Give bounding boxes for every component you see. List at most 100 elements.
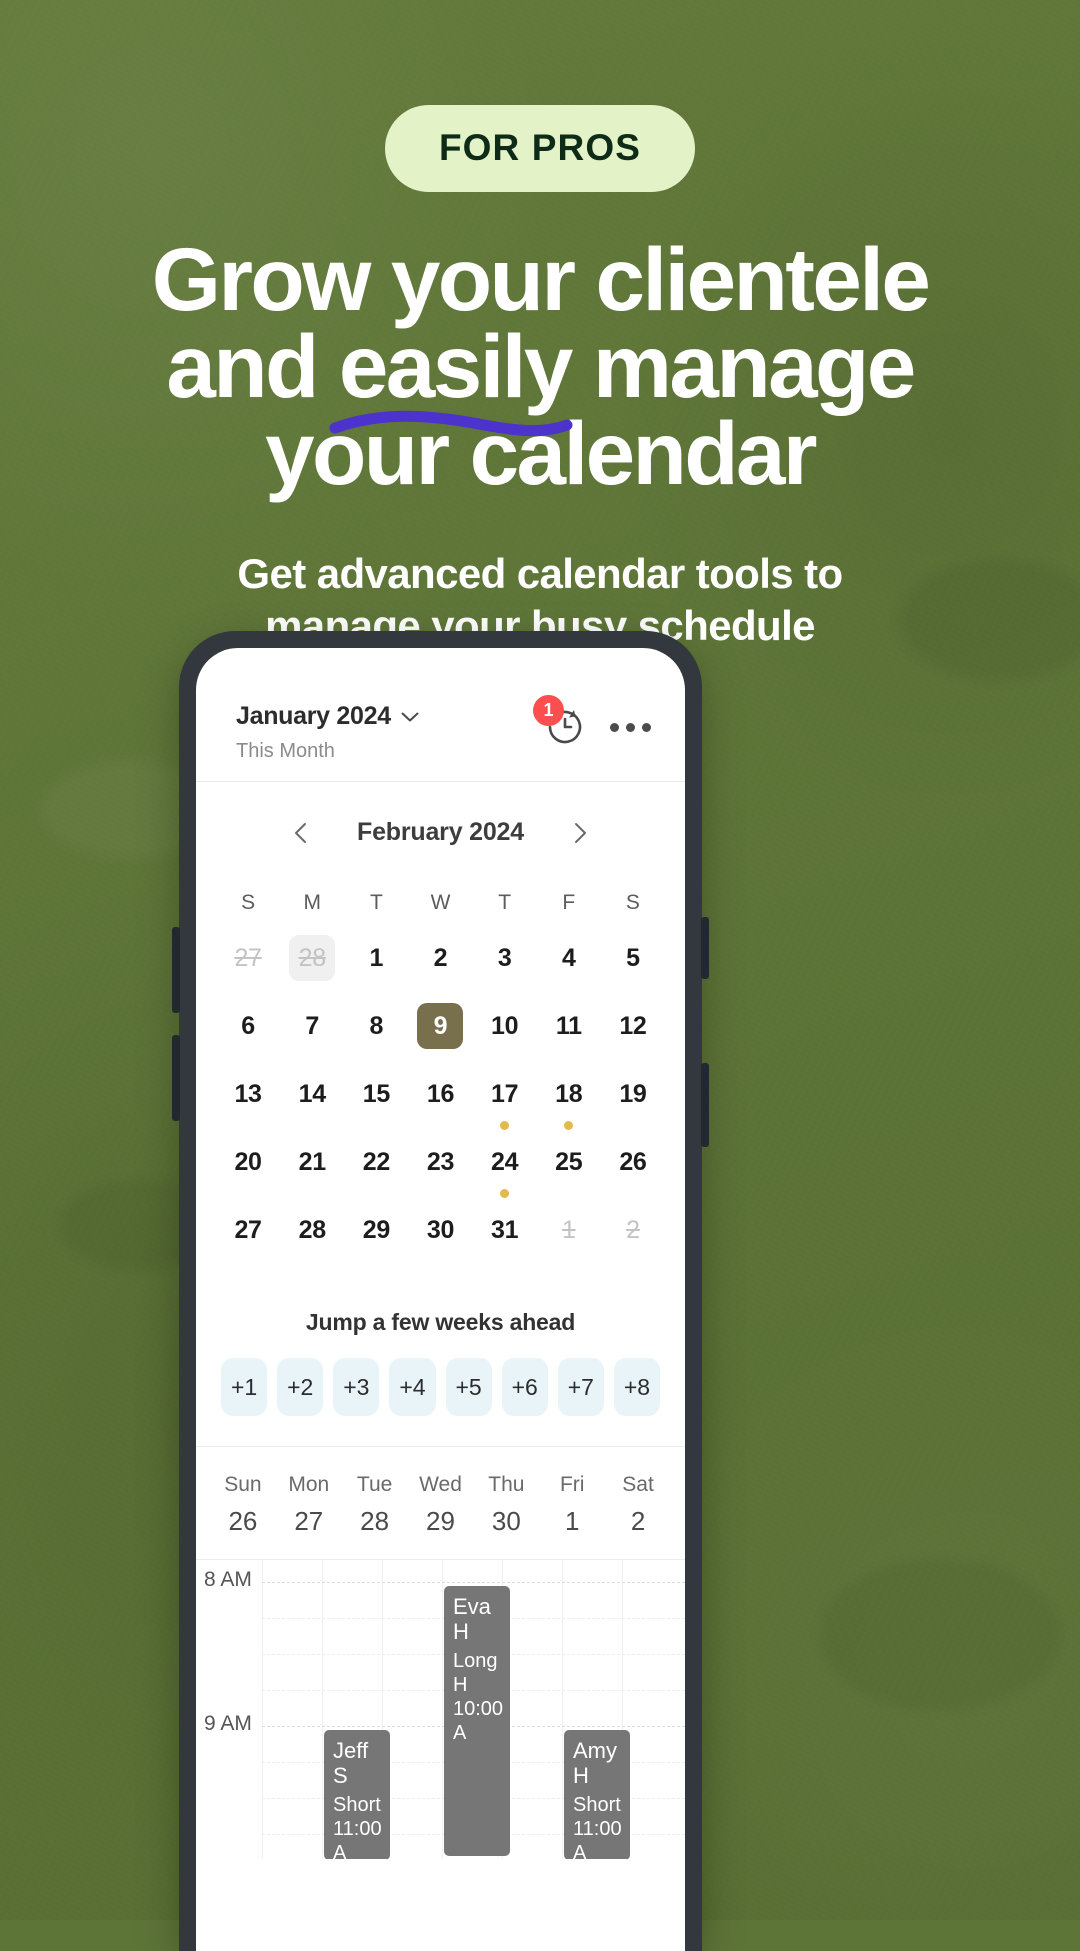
calendar-day-number: 1 [561, 1215, 576, 1244]
calendar-day-number: 25 [555, 1147, 583, 1176]
calendar-day-cell[interactable]: 20 [216, 1139, 280, 1207]
jump-chip-plus5[interactable]: +5 [445, 1358, 492, 1416]
calendar-day-cell[interactable]: 22 [344, 1139, 408, 1207]
calendar-grid: SMTWTFS 27 28 1 2 3 4 5 6 7 8 9 10 11 12 13 14 15 16 17 18 1… [196, 871, 685, 1275]
calendar-day-cell[interactable]: 13 [216, 1071, 280, 1139]
calendar-day-number: 27 [234, 1215, 262, 1244]
calendar-day-cell[interactable]: 19 [601, 1071, 665, 1139]
calendar-day-cell[interactable]: 15 [344, 1071, 408, 1139]
calendar-day-cell[interactable]: 27 [216, 935, 280, 1003]
jump-chip-plus6[interactable]: +6 [501, 1358, 548, 1416]
calendar-day-cell[interactable]: 1 [537, 1207, 601, 1275]
day-of-week-0: S [241, 891, 256, 914]
calendar-day-cell[interactable]: 24 [473, 1139, 537, 1207]
phone-side-button[interactable] [701, 1063, 709, 1147]
calendar-day-cell[interactable]: 10 [473, 1003, 537, 1071]
calendar-day-cell[interactable]: 3 [473, 935, 537, 1003]
calendar-day-number: 2 [433, 943, 448, 972]
week-strip-day[interactable]: Thu 30 [473, 1473, 539, 1537]
phone-power-button[interactable] [701, 917, 709, 979]
chevron-right-icon[interactable] [570, 821, 590, 845]
day-of-week-4: T [498, 891, 512, 914]
agenda-event[interactable]: Eva H Long H 10:00 A [444, 1586, 510, 1856]
week-strip-day[interactable]: Sat 2 [605, 1473, 671, 1537]
app-header: January 2024 This Month 1 [196, 648, 685, 782]
jump-chip-plus3[interactable]: +3 [333, 1358, 380, 1416]
notification-badge: 1 [533, 695, 564, 726]
week-strip-day[interactable]: Sun 26 [210, 1473, 276, 1537]
calendar-day-cell[interactable]: 6 [216, 1003, 280, 1071]
calendar-day-cell[interactable]: 17 [473, 1071, 537, 1139]
week-strip-day[interactable]: Fri 1 [539, 1473, 605, 1537]
week-strip-day[interactable]: Tue 28 [342, 1473, 408, 1537]
phone-volume-down-button[interactable] [172, 1035, 180, 1121]
day-of-week-1: M [303, 891, 321, 914]
calendar-day-cell[interactable]: 11 [537, 1003, 601, 1071]
week-strip-day[interactable]: Mon 27 [276, 1473, 342, 1537]
month-navigation: February 2024 [196, 782, 685, 871]
calendar-day-cell[interactable]: 5 [601, 935, 665, 1003]
headline-line-2-prefix: and [166, 316, 339, 417]
jump-chip-plus7[interactable]: +7 [557, 1358, 604, 1416]
jump-chip-plus4[interactable]: +4 [389, 1358, 436, 1416]
calendar-day-cell[interactable]: 23 [408, 1139, 472, 1207]
calendar-day-cell[interactable]: 8 [344, 1003, 408, 1071]
calendar-day-cell[interactable]: 30 [408, 1207, 472, 1275]
calendar-day-number: 19 [619, 1079, 647, 1108]
calendar-day-number: 7 [305, 1011, 319, 1040]
calendar-day-number: 20 [234, 1147, 262, 1176]
calendar-day-cell[interactable]: 9 [408, 1003, 472, 1071]
calendar-day-cell[interactable]: 16 [408, 1071, 472, 1139]
calendar-day-cell[interactable]: 31 [473, 1207, 537, 1275]
calendar-day-number: 27 [234, 943, 262, 972]
jump-chip-plus8[interactable]: +8 [613, 1358, 660, 1416]
calendar-day-number: 14 [298, 1079, 327, 1108]
calendar-day-cell[interactable]: 26 [601, 1139, 665, 1207]
headline-underlined-text: easily [338, 316, 573, 417]
calendar-day-number: 12 [619, 1011, 647, 1040]
calendar-day-number: 15 [362, 1079, 391, 1108]
jump-chip-plus2[interactable]: +2 [277, 1358, 324, 1416]
calendar-day-number: 3 [497, 943, 512, 972]
calendar-day-cell[interactable]: 2 [408, 935, 472, 1003]
week-strip-day-name: Sat [622, 1473, 654, 1496]
calendar-day-number: 29 [362, 1215, 391, 1244]
calendar-day-number: 1 [369, 943, 384, 972]
day-of-week-3: W [430, 891, 451, 914]
calendar-day-cell[interactable]: 25 [537, 1139, 601, 1207]
jump-chip-plus1[interactable]: +1 [221, 1358, 268, 1416]
calendar-day-cell[interactable]: 29 [344, 1207, 408, 1275]
calendar-day-cell[interactable]: 12 [601, 1003, 665, 1071]
calendar-day-cell[interactable]: 1 [344, 935, 408, 1003]
month-selector[interactable]: January 2024 This Month [236, 698, 419, 763]
week-strip-day[interactable]: Wed 29 [408, 1473, 474, 1537]
calendar-day-cell[interactable]: 2 [601, 1207, 665, 1275]
jump-section-title: Jump a few weeks ahead [305, 1309, 576, 1335]
phone-volume-up-button[interactable] [172, 927, 180, 1013]
event-service: Short [333, 1793, 381, 1816]
calendar-day-cell[interactable]: 27 [216, 1207, 280, 1275]
calendar-day-number: 6 [241, 1011, 255, 1040]
calendar-day-number: 18 [555, 1079, 583, 1108]
calendar-day-number: 2 [626, 1215, 640, 1244]
calendar-day-cell[interactable]: 28 [280, 1207, 344, 1275]
agenda-event[interactable]: Jeff S Short 11:00 A [324, 1730, 390, 1859]
calendar-day-number: 10 [491, 1011, 519, 1040]
header-actions: 1 [533, 695, 651, 748]
event-time: 11:00 A [333, 1817, 382, 1859]
calendar-day-cell[interactable]: 21 [280, 1139, 344, 1207]
calendar-day-cell[interactable]: 14 [280, 1071, 344, 1139]
week-strip-day-name: Wed [419, 1473, 462, 1496]
more-options-button[interactable] [610, 722, 651, 732]
calendar-day-cell[interactable]: 18 [537, 1071, 601, 1139]
agenda-view[interactable]: 8 AM 9 AM Eva H Long H 10:00 A Jeff S Sh… [196, 1559, 685, 1859]
calendar-day-cell[interactable]: 7 [280, 1003, 344, 1071]
agenda-event[interactable]: Amy H Short 11:00 A [564, 1730, 630, 1859]
more-dot-1 [610, 722, 619, 732]
calendar-day-number: 5 [626, 943, 640, 972]
calendar-day-cell[interactable]: 28 [280, 935, 344, 1003]
event-indicator-dot [500, 1121, 510, 1130]
chevron-left-icon[interactable] [291, 821, 311, 845]
history-button[interactable]: 1 [533, 695, 586, 748]
calendar-day-cell[interactable]: 4 [537, 935, 601, 1003]
